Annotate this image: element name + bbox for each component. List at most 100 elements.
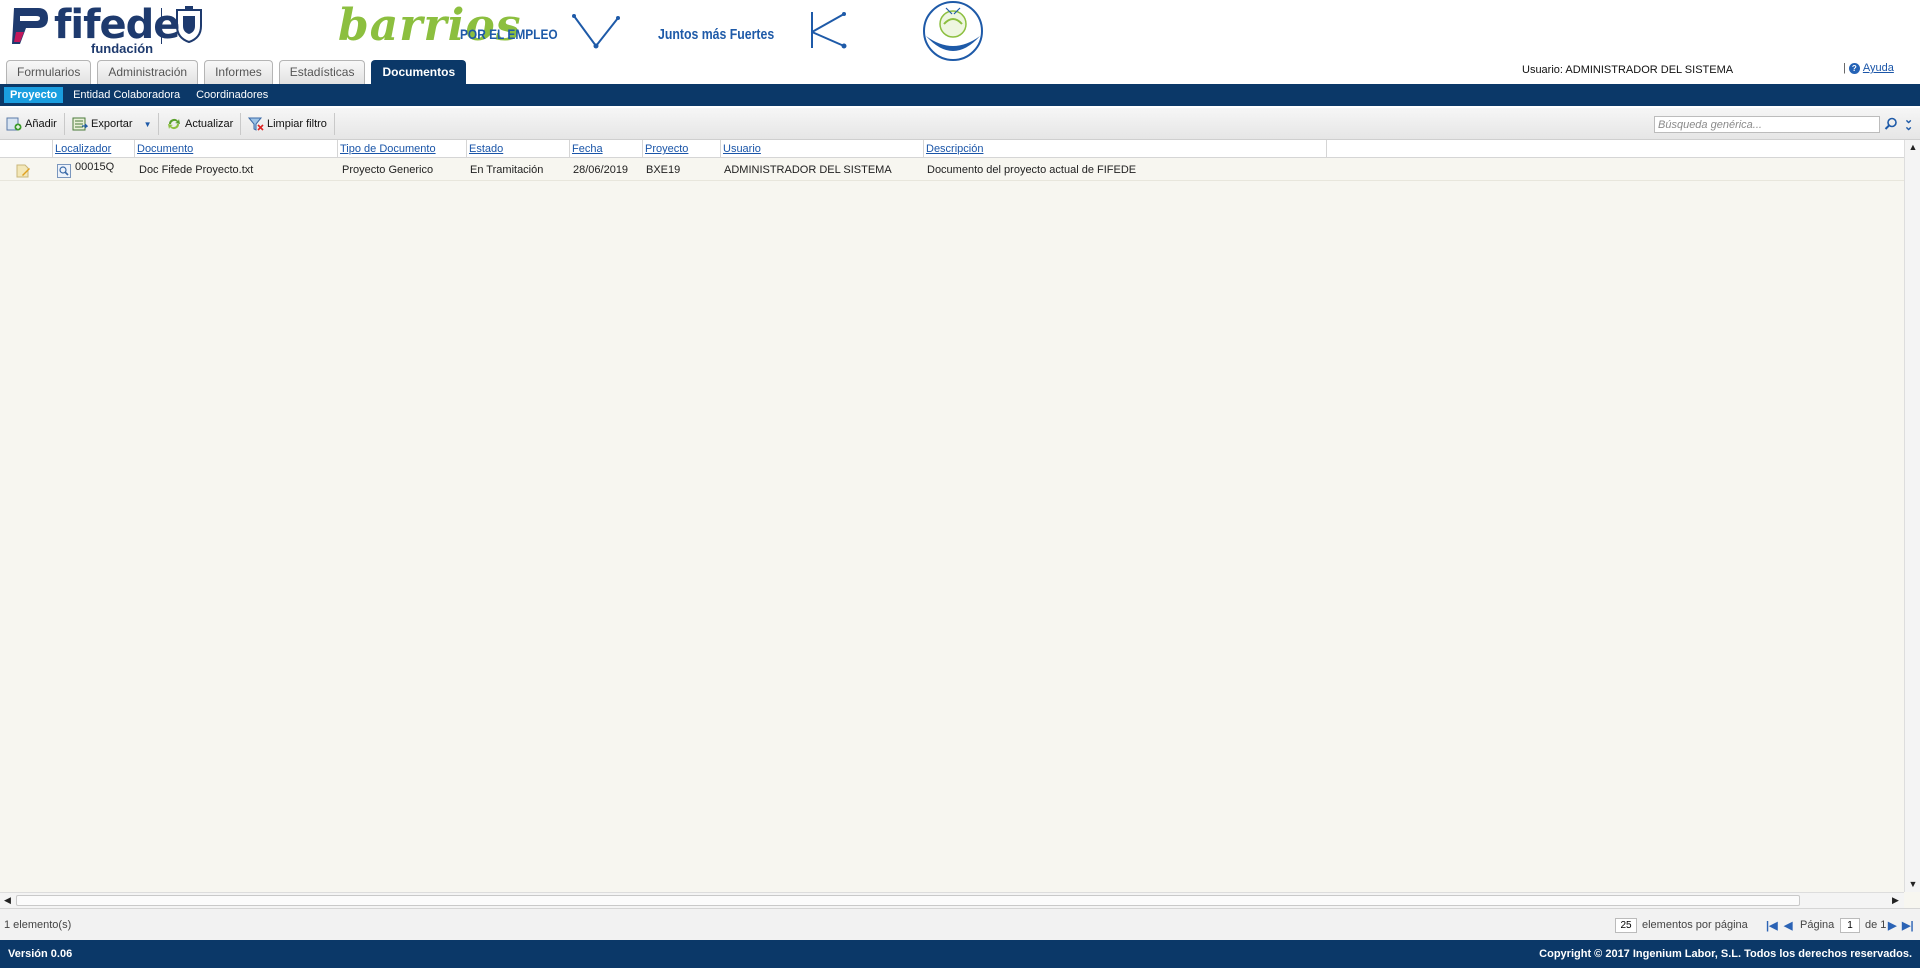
toolbar-separator [158, 113, 159, 135]
horizontal-scroll-thumb[interactable] [16, 895, 1800, 906]
tab-documentos[interactable]: Documentos [371, 60, 467, 84]
cell-estado: En Tramitación [470, 164, 544, 176]
barrios-claim: POR EL EMPLEO [460, 26, 558, 42]
fifede-sub: fundación [91, 41, 154, 56]
col-estado-link[interactable]: Estado [469, 143, 503, 155]
cell-tipo: Proyecto Generico [342, 164, 434, 176]
page-input[interactable] [1840, 918, 1860, 933]
branch-left-icon [572, 14, 620, 49]
col-tipo-link[interactable]: Tipo de Documento [340, 143, 436, 155]
col-documento[interactable]: Documento [135, 140, 338, 158]
export-icon [72, 117, 88, 131]
toolbar-separator [240, 113, 241, 135]
page-of-label: de 1 [1865, 919, 1887, 931]
export-button[interactable]: Exportar ▼ [72, 115, 152, 133]
add-icon [6, 117, 22, 131]
documents-grid: Localizador Documento Tipo de Documento … [0, 140, 1920, 908]
subnav-item-proyecto[interactable]: Proyecto [4, 87, 64, 103]
col-usuario-link[interactable]: Usuario [723, 143, 761, 155]
grid-header: Localizador Documento Tipo de Documento … [0, 140, 1904, 158]
col-documento-link[interactable]: Documento [137, 143, 193, 155]
footer-bar: Versión 0.06 Copyright © 2017 Ingenium L… [0, 940, 1920, 968]
logo-divider [161, 8, 162, 44]
cell-localizador: 00015Q [75, 161, 115, 173]
subnav-item-entidad-colaboradora[interactable]: Entidad Colaboradora [67, 87, 186, 103]
vertical-scrollbar[interactable]: ▲ ▼ [1904, 140, 1920, 892]
barrios-logo[interactable]: barrios POR EL EMPLEO [338, 0, 558, 58]
pager: 1 elemento(s) elementos por página |◀ ◀ … [0, 908, 1920, 940]
preview-icon[interactable] [57, 164, 71, 178]
add-label: Añadir [25, 118, 57, 130]
subnav: Proyecto Entidad Colaboradora Coordinadore… [0, 84, 1920, 106]
main-tabs: Formularios Administración Informes Estadís… [6, 60, 467, 84]
refresh-label: Actualizar [185, 118, 234, 130]
refresh-icon [168, 119, 180, 129]
col-tipo[interactable]: Tipo de Documento [338, 140, 467, 158]
tab-estadisticas[interactable]: Estadísticas [278, 60, 366, 84]
col-estado[interactable]: Estado [467, 140, 570, 158]
col-descripcion-link[interactable]: Descripción [926, 143, 983, 155]
scroll-right-icon[interactable]: ▶ [1892, 895, 1899, 906]
toolbar-separator [64, 113, 65, 135]
help-icon[interactable]: ? [1848, 62, 1860, 74]
col-proyecto[interactable]: Proyecto [643, 140, 721, 158]
expand-search-icon[interactable]: ⌄ ⌄ [1904, 115, 1916, 133]
add-button[interactable]: Añadir [6, 115, 57, 133]
toolbar-separator [334, 113, 335, 135]
header: fifede fundación barrios POR EL EMPLEO J… [0, 0, 1920, 84]
export-dropdown-icon[interactable]: ▼ [144, 120, 152, 129]
toolbar: Añadir Exportar ▼ Actualizar Limpiar fil… [0, 108, 1920, 140]
cell-usuario: ADMINISTRADOR DEL SISTEMA [724, 164, 892, 176]
col-fecha-link[interactable]: Fecha [572, 143, 603, 155]
tab-administracion[interactable]: Administración [97, 60, 199, 84]
cell-fecha: 28/06/2019 [573, 164, 629, 176]
cell-descripcion: Documento del proyecto actual de FIFEDE [927, 164, 1137, 176]
table-row[interactable]: 00015Q Doc Fifede Proyecto.txt Proyecto … [0, 159, 1904, 181]
fifede-mark-icon [12, 8, 48, 44]
scroll-up-icon[interactable]: ▲ [1908, 142, 1918, 152]
user-info: Usuario: ADMINISTRADOR DEL SISTEMA [1522, 64, 1733, 76]
item-count: 1 elemento(s) [4, 919, 72, 931]
col-usuario[interactable]: Usuario [721, 140, 924, 158]
refresh-button[interactable]: Actualizar [166, 115, 233, 133]
scroll-left-icon[interactable]: ◀ [4, 895, 11, 906]
export-label: Exportar [91, 118, 133, 130]
col-localizador-link[interactable]: Localizador [55, 143, 111, 155]
next-page-icon[interactable]: ▶ [1888, 919, 1896, 932]
horizontal-scrollbar[interactable]: ◀ ▶ [0, 892, 1904, 908]
clear-filter-button[interactable]: Limpiar filtro [248, 115, 327, 133]
col-descripcion[interactable]: Descripción [924, 140, 1327, 158]
juntos-text: Juntos más Fuertes [658, 26, 775, 43]
branch-right-icon [811, 12, 847, 49]
cell-proyecto: BXE19 [646, 164, 681, 176]
col-localizador[interactable]: Localizador [53, 140, 135, 158]
copyright-label: Copyright © 2017 Ingenium Labor, S.L. To… [1539, 948, 1912, 960]
search-input[interactable] [1654, 116, 1880, 133]
user-label: Usuario: [1522, 64, 1563, 76]
version-label: Versión 0.06 [8, 948, 73, 960]
cabildo-crest-icon [176, 6, 202, 44]
help-link[interactable]: Ayuda [1863, 62, 1894, 74]
help-area: | ? Ayuda [1843, 62, 1894, 74]
last-page-icon[interactable]: ▶| [1902, 919, 1914, 932]
fifede-logo[interactable]: fifede fundación [8, 2, 208, 56]
col-proyecto-link[interactable]: Proyecto [645, 143, 688, 155]
subnav-item-coordinadores[interactable]: Coordinadores [190, 87, 274, 103]
per-page-input[interactable] [1615, 918, 1637, 933]
scroll-down-icon[interactable]: ▼ [1908, 879, 1918, 889]
clear-filter-label: Limpiar filtro [267, 118, 327, 130]
page-label: Página [1800, 919, 1835, 931]
clear-filter-icon [248, 117, 264, 131]
col-fecha[interactable]: Fecha [570, 140, 643, 158]
first-page-icon[interactable]: |◀ [1766, 919, 1778, 932]
round-emblem-icon [923, 1, 983, 61]
tab-informes[interactable]: Informes [204, 60, 273, 84]
user-name: ADMINISTRADOR DEL SISTEMA [1565, 64, 1734, 76]
col-actions [0, 140, 53, 158]
edit-icon[interactable] [15, 163, 31, 178]
per-page-label: elementos por página [1642, 919, 1748, 931]
prev-page-icon[interactable]: ◀ [1784, 919, 1792, 932]
juntos-logo[interactable]: Juntos más Fuertes [570, 10, 870, 54]
search-icon[interactable] [1884, 117, 1898, 131]
tab-formularios[interactable]: Formularios [6, 60, 92, 84]
